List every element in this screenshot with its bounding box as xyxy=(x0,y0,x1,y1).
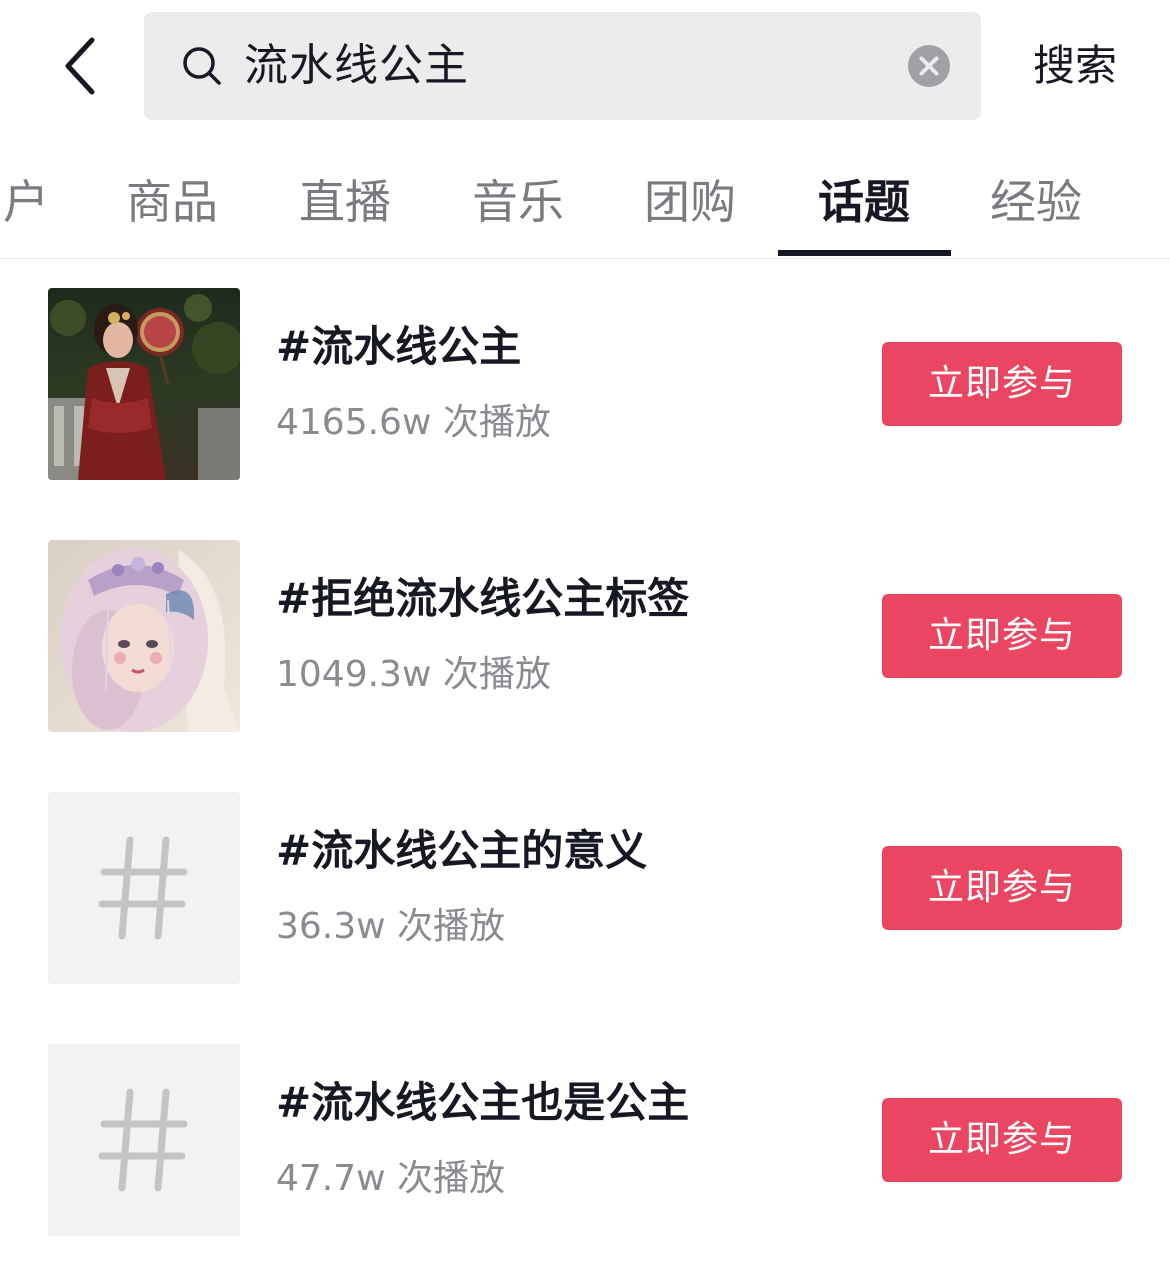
tab-live[interactable]: 直播 xyxy=(283,162,407,242)
topic-row[interactable]: #拒绝流水线公主标签 1049.3w 次播放 立即参与 xyxy=(0,511,1170,763)
search-header: 流水线公主 搜索 xyxy=(0,0,1170,130)
topic-title: #拒绝流水线公主标签 xyxy=(276,574,690,623)
search-input[interactable]: 流水线公主 xyxy=(144,12,981,120)
active-tab-indicator xyxy=(778,250,951,256)
topic-play-count: 4165.6w 次播放 xyxy=(276,402,551,443)
hashtag-icon xyxy=(48,1044,240,1236)
topic-row[interactable]: #流水线公主的意义 36.3w 次播放 立即参与 xyxy=(0,763,1170,1015)
category-tabs: 户 商品 直播 音乐 团购 话题 经验 xyxy=(0,140,1170,259)
join-now-button[interactable]: 立即参与 xyxy=(882,594,1122,678)
clear-icon[interactable] xyxy=(907,44,951,88)
tab-experience[interactable]: 经验 xyxy=(974,162,1098,242)
topic-play-count: 36.3w 次播放 xyxy=(276,906,506,947)
search-query-text: 流水线公主 xyxy=(244,40,469,91)
topic-play-count: 1049.3w 次播放 xyxy=(276,654,551,695)
lolita-photo-thumbnail xyxy=(48,540,240,732)
chevron-left-icon xyxy=(65,37,95,95)
topic-row[interactable]: #流水线公主也是公主 47.7w 次播放 立即参与 xyxy=(0,1015,1170,1267)
tab-group-buy[interactable]: 团购 xyxy=(628,162,752,242)
join-now-button[interactable]: 立即参与 xyxy=(882,342,1122,426)
back-button[interactable] xyxy=(48,30,112,102)
join-now-button[interactable]: 立即参与 xyxy=(882,846,1122,930)
tab-topics[interactable]: 话题 xyxy=(802,162,926,242)
topic-thumbnail xyxy=(48,288,240,480)
topic-thumbnail xyxy=(48,792,240,984)
tab-products[interactable]: 商品 xyxy=(110,162,234,242)
join-now-button[interactable]: 立即参与 xyxy=(882,1098,1122,1182)
search-button[interactable]: 搜索 xyxy=(1010,12,1140,120)
hashtag-icon xyxy=(48,792,240,984)
topic-thumbnail xyxy=(48,540,240,732)
tab-user[interactable]: 户 xyxy=(0,162,56,242)
topic-row[interactable]: #流水线公主 4165.6w 次播放 立即参与 xyxy=(0,259,1170,511)
tab-music[interactable]: 音乐 xyxy=(456,162,580,242)
search-icon xyxy=(183,47,221,85)
topic-title: #流水线公主的意义 xyxy=(276,826,648,875)
topic-title: #流水线公主 xyxy=(276,322,522,371)
topic-play-count: 47.7w 次播放 xyxy=(276,1158,506,1199)
topic-thumbnail xyxy=(48,1044,240,1236)
hanfu-photo-thumbnail xyxy=(48,288,240,480)
topic-title: #流水线公主也是公主 xyxy=(276,1078,690,1127)
